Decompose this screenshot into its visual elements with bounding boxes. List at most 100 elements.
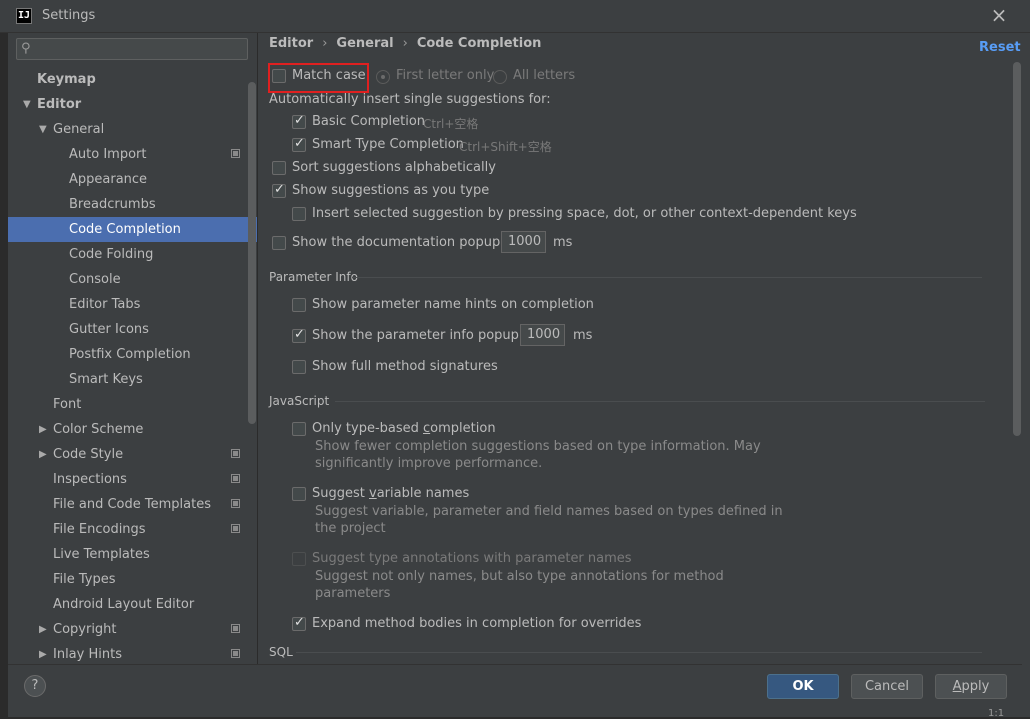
parameter-info-popup-label: Show the parameter info popup in	[312, 328, 535, 343]
sidebar-item-keymap[interactable]: Keymap	[8, 67, 257, 92]
parameter-name-hints-checkbox[interactable]	[292, 298, 306, 312]
sidebar-item-file-encodings[interactable]: File Encodings	[8, 517, 257, 542]
sidebar-item-label: Code Folding	[69, 247, 154, 262]
apply-button[interactable]: Apply	[935, 674, 1007, 699]
sidebar-item-file-and-code-templates[interactable]: File and Code Templates	[8, 492, 257, 517]
sidebar-item-live-templates[interactable]: Live Templates	[8, 542, 257, 567]
sidebar-item-label: Postfix Completion	[69, 347, 191, 362]
sidebar-item-label: Breadcrumbs	[69, 197, 156, 212]
parameter-info-popup-checkbox[interactable]	[292, 327, 306, 343]
sidebar-item-color-scheme[interactable]: ▶ Color Scheme	[8, 417, 257, 442]
basic-completion-shortcut: Ctrl+空格	[423, 117, 479, 131]
full-method-signatures-label: Show full method signatures	[312, 359, 498, 374]
sidebar-item-label: Live Templates	[53, 547, 150, 562]
reset-link[interactable]: Reset	[979, 40, 1021, 55]
suggest-variable-names-description: Suggest variable, parameter and field na…	[315, 504, 783, 536]
insert-selected-checkbox[interactable]	[292, 207, 306, 221]
chevron-down-icon[interactable]: ▼	[23, 92, 31, 117]
basic-completion-label: Basic Completion	[312, 114, 426, 129]
show-as-you-type-label: Show suggestions as you type	[292, 183, 490, 198]
breadcrumb-separator: ›	[322, 36, 328, 51]
smart-type-completion-checkbox[interactable]	[292, 136, 306, 152]
project-scope-icon	[231, 499, 240, 508]
chevron-right-icon[interactable]: ▶	[39, 417, 47, 442]
breadcrumb-editor[interactable]: Editor	[269, 36, 313, 51]
breadcrumb-general[interactable]: General	[336, 36, 393, 51]
close-icon[interactable]: ×	[988, 4, 1010, 26]
first-letter-radio[interactable]	[376, 70, 390, 84]
sidebar-item-console[interactable]: Console	[8, 267, 257, 292]
ok-button[interactable]: OK	[767, 674, 839, 699]
documentation-popup-checkbox[interactable]	[272, 236, 286, 250]
sort-alphabetically-label: Sort suggestions alphabetically	[292, 160, 496, 175]
project-scope-icon	[231, 449, 240, 458]
breadcrumb-separator: ›	[402, 36, 408, 51]
sidebar-item-android-layout-editor[interactable]: Android Layout Editor	[8, 592, 257, 617]
sidebar-item-label: Gutter Icons	[69, 322, 149, 337]
parameter-info-delay-input[interactable]: 1000	[520, 324, 565, 346]
sidebar-scrollbar[interactable]	[248, 82, 256, 424]
auto-insert-label: Automatically insert single suggestions …	[269, 92, 551, 107]
sidebar-item-editor[interactable]: ▼ Editor	[8, 92, 257, 117]
project-scope-icon	[231, 649, 240, 658]
sidebar-item-postfix-completion[interactable]: Postfix Completion	[8, 342, 257, 367]
cancel-button[interactable]: Cancel	[851, 674, 923, 699]
full-method-signatures-checkbox[interactable]	[292, 360, 306, 374]
javascript-section-title: JavaScript	[269, 394, 330, 408]
all-letters-label: All letters	[513, 68, 576, 83]
sidebar-item-code-completion[interactable]: Code Completion	[8, 217, 257, 242]
sidebar-item-smart-keys[interactable]: Smart Keys	[8, 367, 257, 392]
basic-completion-checkbox[interactable]	[292, 113, 306, 129]
sidebar-item-label: Console	[69, 272, 121, 287]
type-annotations-checkbox[interactable]	[292, 552, 306, 566]
help-button[interactable]: ?	[24, 675, 46, 697]
window-title: Settings	[42, 8, 96, 23]
type-based-completion-label: Only type-based completion	[312, 421, 496, 436]
content-scrollbar[interactable]	[1013, 62, 1021, 436]
intellij-app-icon: IJ	[16, 8, 32, 24]
chevron-down-icon[interactable]: ▼	[39, 117, 47, 142]
sidebar-item-code-style[interactable]: ▶ Code Style	[8, 442, 257, 467]
sidebar-item-inspections[interactable]: Inspections	[8, 467, 257, 492]
type-based-completion-description: Show fewer completion suggestions based …	[315, 439, 761, 471]
section-divider	[335, 401, 985, 402]
suggest-variable-names-label: Suggest variable names	[312, 486, 470, 501]
smart-type-completion-label: Smart Type Completion	[312, 137, 464, 152]
chevron-right-icon[interactable]: ▶	[39, 442, 47, 467]
type-annotations-description: Suggest not only names, but also type an…	[315, 569, 724, 601]
type-based-completion-checkbox[interactable]	[292, 422, 306, 436]
sidebar-item-file-types[interactable]: File Types	[8, 567, 257, 592]
sidebar-item-appearance[interactable]: Appearance	[8, 167, 257, 192]
settings-search-input[interactable]: ⚲	[16, 38, 248, 60]
documentation-delay-input[interactable]: 1000	[501, 231, 546, 253]
highlight-box	[268, 63, 369, 93]
sidebar-item-font[interactable]: Font	[8, 392, 257, 417]
expand-method-bodies-checkbox[interactable]	[292, 615, 306, 631]
sidebar-item-label: General	[53, 122, 105, 137]
show-as-you-type-checkbox[interactable]	[272, 182, 286, 198]
footer-divider	[8, 664, 1022, 665]
sidebar-item-general[interactable]: ▼ General	[8, 117, 257, 142]
cursor-position-status: 1:1	[988, 708, 1005, 719]
sidebar-item-gutter-icons[interactable]: Gutter Icons	[8, 317, 257, 342]
sidebar-item-editor-tabs[interactable]: Editor Tabs	[8, 292, 257, 317]
project-scope-icon	[231, 524, 240, 533]
sidebar-item-label: Editor	[37, 97, 82, 112]
suggest-variable-names-checkbox[interactable]	[292, 487, 306, 501]
sidebar-item-label: Smart Keys	[69, 372, 143, 387]
sidebar-item-auto-import[interactable]: Auto Import	[8, 142, 257, 167]
project-scope-icon	[231, 624, 240, 633]
sidebar-item-label: Keymap	[37, 72, 96, 87]
sidebar-item-label: Inspections	[53, 472, 127, 487]
sql-section-title: SQL	[269, 645, 293, 659]
sidebar-item-label: Copyright	[53, 622, 117, 637]
sort-alphabetically-checkbox[interactable]	[272, 161, 286, 175]
expand-method-bodies-label: Expand method bodies in completion for o…	[312, 616, 642, 631]
chevron-right-icon[interactable]: ▶	[39, 617, 47, 642]
project-scope-icon	[231, 474, 240, 483]
breadcrumb: Editor › General › Code Completion	[269, 36, 541, 56]
sidebar-item-breadcrumbs[interactable]: Breadcrumbs	[8, 192, 257, 217]
all-letters-radio[interactable]	[493, 70, 507, 84]
sidebar-item-copyright[interactable]: ▶ Copyright	[8, 617, 257, 642]
sidebar-item-code-folding[interactable]: Code Folding	[8, 242, 257, 267]
